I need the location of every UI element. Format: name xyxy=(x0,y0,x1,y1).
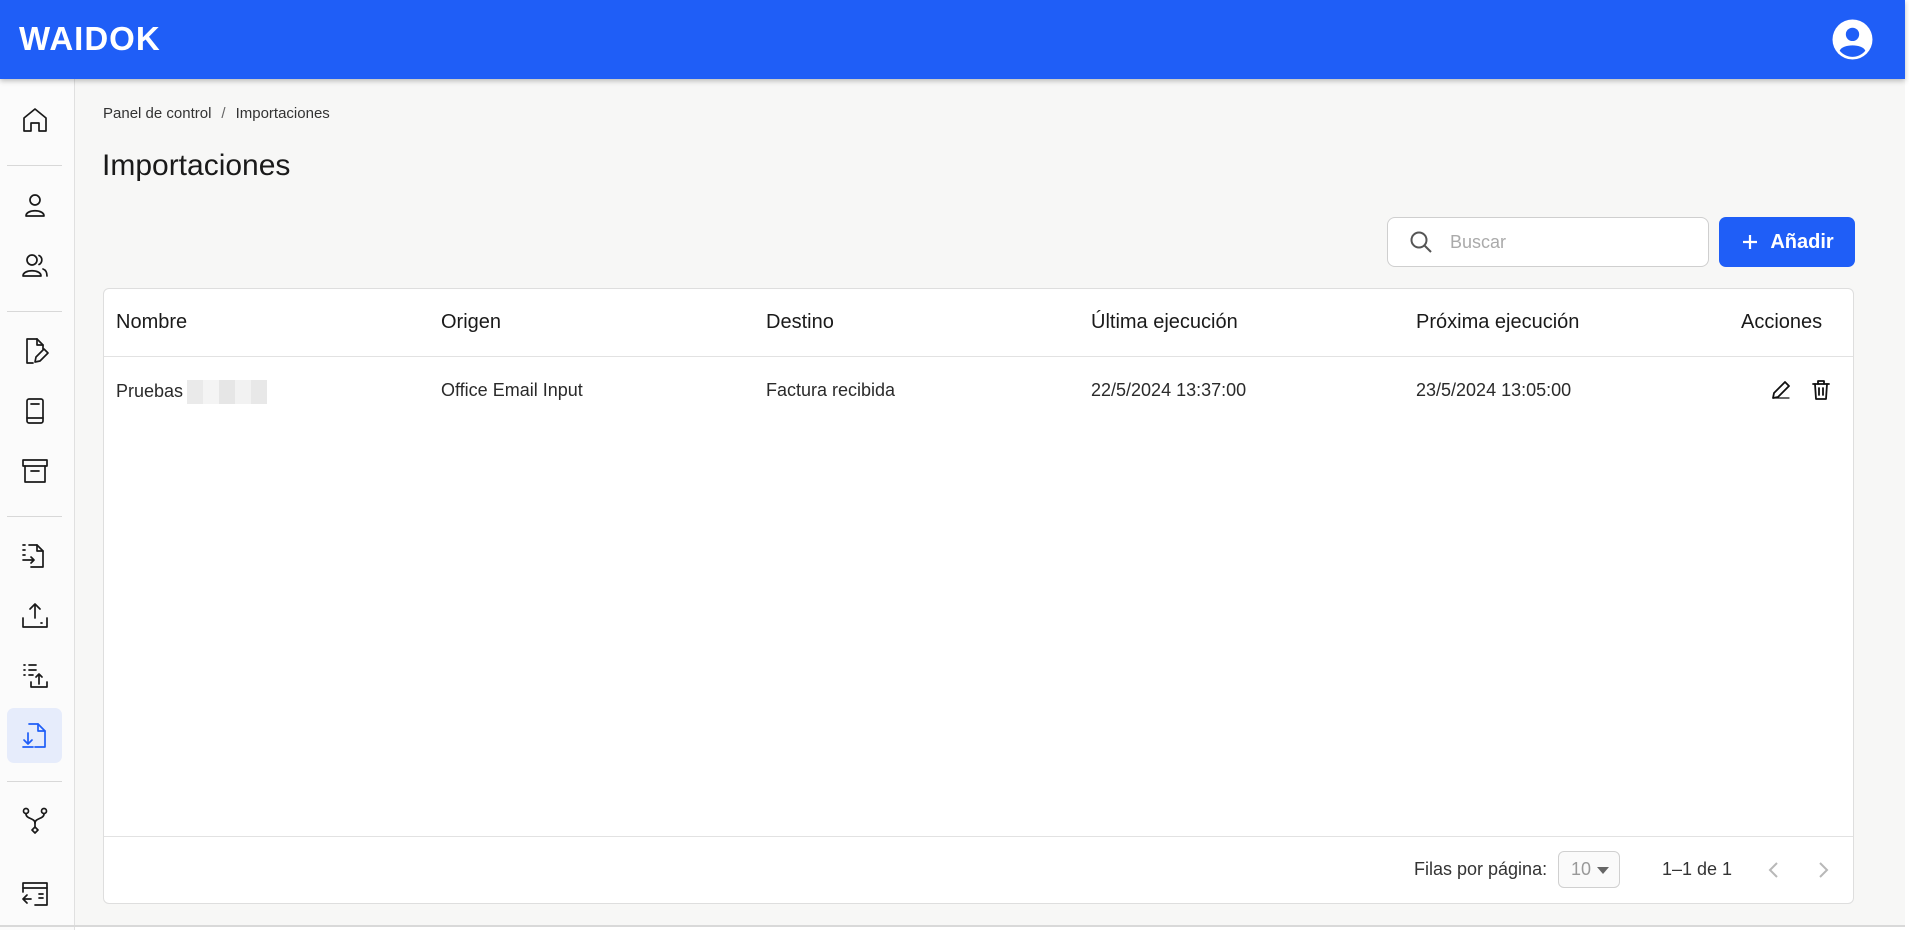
column-header-destino[interactable]: Destino xyxy=(766,311,834,334)
sidebar-item-workflow[interactable] xyxy=(7,793,62,848)
search-box[interactable] xyxy=(1387,217,1709,267)
column-header-ultima-ejecucion[interactable]: Última ejecución xyxy=(1091,311,1238,334)
cell-destino: Factura recibida xyxy=(766,380,896,400)
delete-button[interactable] xyxy=(1809,378,1835,404)
imports-table: Nombre Origen Destino Última ejecución P… xyxy=(103,288,1854,904)
window-bottom-border xyxy=(0,925,1905,927)
app-logo[interactable]: WAIDOK xyxy=(19,20,161,58)
edit-button[interactable] xyxy=(1769,378,1795,404)
table-row[interactable]: Pruebas Office Email Input Factura recib… xyxy=(104,358,1853,424)
top-bar: WAIDOK xyxy=(0,0,1905,79)
page-title: Importaciones xyxy=(102,149,291,182)
search-icon xyxy=(1410,231,1432,253)
breadcrumb-separator: / xyxy=(221,105,226,122)
breadcrumb: Panel de control / Importaciones xyxy=(103,105,330,122)
sidebar-divider xyxy=(7,781,62,782)
list-upload-icon xyxy=(22,663,48,688)
trash-icon xyxy=(1812,380,1830,400)
table-header: Nombre Origen Destino Última ejecución P… xyxy=(104,289,1853,357)
window-exit-icon xyxy=(21,881,48,906)
sidebar-divider xyxy=(7,311,62,312)
sidebar-item-upload[interactable] xyxy=(7,588,62,643)
column-header-origen[interactable]: Origen xyxy=(441,311,501,334)
pencil-icon xyxy=(1772,381,1790,399)
breadcrumb-root[interactable]: Panel de control xyxy=(103,105,211,122)
sidebar-item-user[interactable] xyxy=(7,177,62,232)
column-header-acciones: Acciones xyxy=(1741,311,1823,333)
sidebar-item-book[interactable] xyxy=(7,383,62,438)
next-page-button[interactable] xyxy=(1808,855,1838,885)
column-header-nombre[interactable]: Nombre xyxy=(116,311,187,334)
main-content: Panel de control / Importaciones Importa… xyxy=(75,79,1905,927)
document-edit-icon xyxy=(25,337,49,364)
sidebar-item-users[interactable] xyxy=(7,237,62,292)
sidebar-divider xyxy=(7,165,62,166)
user-icon xyxy=(24,193,45,217)
caret-down-icon xyxy=(1597,867,1609,874)
sidebar-item-home[interactable] xyxy=(7,92,62,147)
chevron-right-icon xyxy=(1819,862,1829,878)
table-pagination: Filas por página: 10 1–1 de 1 xyxy=(104,836,1853,904)
cell-proxima-ejecucion: 23/5/2024 13:05:00 xyxy=(1416,380,1572,400)
archive-icon xyxy=(21,458,48,483)
sidebar-item-documents-edit[interactable] xyxy=(7,323,62,378)
sidebar-item-imports[interactable] xyxy=(7,708,62,763)
workflow-icon xyxy=(22,807,47,834)
redacted-text xyxy=(187,380,268,404)
cell-origen: Office Email Input xyxy=(441,380,583,400)
add-button[interactable]: Añadir xyxy=(1719,217,1855,267)
upload-tray-icon xyxy=(21,602,48,628)
add-button-label: Añadir xyxy=(1770,230,1834,253)
column-header-proxima-ejecucion[interactable]: Próxima ejecución xyxy=(1416,311,1579,334)
rows-per-page-value: 10 xyxy=(1571,859,1592,879)
account-circle-icon[interactable] xyxy=(1832,19,1873,60)
sidebar-item-list-upload[interactable] xyxy=(7,648,62,703)
rows-per-page-select[interactable]: 10 xyxy=(1558,851,1620,888)
file-transfer-icon xyxy=(21,543,44,568)
cell-nombre-text: Pruebas xyxy=(116,380,184,401)
sidebar xyxy=(0,79,75,930)
plus-icon xyxy=(1743,235,1758,249)
home-icon xyxy=(22,107,47,132)
previous-page-button[interactable] xyxy=(1759,855,1789,885)
users-icon xyxy=(21,253,48,277)
window-right-edge xyxy=(1905,0,1909,930)
sidebar-item-archive[interactable] xyxy=(7,443,62,498)
breadcrumb-current: Importaciones xyxy=(235,105,330,122)
cell-ultima-ejecucion: 22/5/2024 13:37:00 xyxy=(1091,380,1247,400)
sidebar-item-exit[interactable] xyxy=(7,866,62,921)
sidebar-divider xyxy=(7,516,62,517)
search-input[interactable] xyxy=(1450,231,1690,253)
rows-per-page-label: Filas por página: xyxy=(1414,859,1548,879)
file-download-icon xyxy=(21,722,46,748)
pagination-range: 1–1 de 1 xyxy=(1662,859,1733,879)
sidebar-item-file-transfer[interactable] xyxy=(7,528,62,583)
cell-nombre: Pruebas xyxy=(116,380,268,404)
chevron-left-icon xyxy=(1768,862,1778,878)
app-root: WAIDOK Panel de control / Importaciones … xyxy=(0,0,1909,930)
book-icon xyxy=(25,397,44,424)
